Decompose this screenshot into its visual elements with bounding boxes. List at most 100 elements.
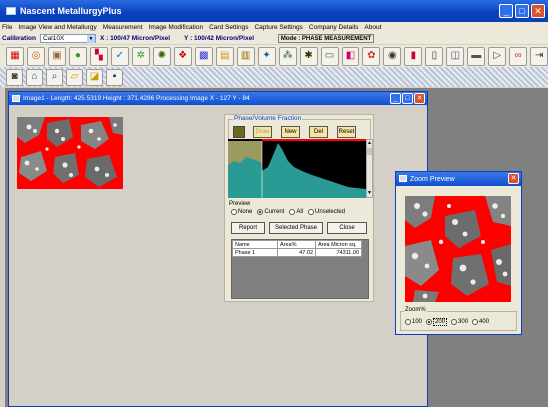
mode-indicator: Mode : PHASE MEASUREMENT xyxy=(278,33,375,43)
radio-dot[interactable] xyxy=(289,209,296,215)
zoom-percent-group: Zoom% 100 200 300 400 xyxy=(400,307,517,331)
calibration-select[interactable]: Cal10X ▼ xyxy=(39,33,96,43)
radio-dot[interactable] xyxy=(308,209,315,215)
house-icon[interactable]: ⌂ xyxy=(26,68,43,86)
grid-icon[interactable]: ▦ xyxy=(6,46,24,66)
maximize-button[interactable]: □ xyxy=(515,4,529,18)
preview-options: None Current All Unselected xyxy=(231,209,345,215)
target-icon[interactable]: ◎ xyxy=(26,46,45,66)
link-icon[interactable]: ∞ xyxy=(509,46,528,66)
chevron-down-icon[interactable]: ▼ xyxy=(86,34,95,43)
microstructure-image[interactable] xyxy=(17,117,123,189)
report-button[interactable]: Report xyxy=(231,222,265,234)
app-icon xyxy=(6,7,16,15)
header-area-percent: Area% xyxy=(277,240,316,249)
portrait-icon[interactable]: ▣ xyxy=(47,46,66,66)
zoom-300-radio[interactable]: 300 xyxy=(451,318,468,326)
preview-label: Preview xyxy=(229,201,251,207)
scroll-up-icon[interactable]: ▲ xyxy=(367,140,372,147)
zoom-100-radio[interactable]: 100 xyxy=(405,318,422,326)
radio-dot[interactable] xyxy=(405,319,411,325)
image-close-button[interactable]: ✕ xyxy=(414,93,425,104)
menu-company-details[interactable]: Company Details xyxy=(309,24,359,31)
minimize-button[interactable]: _ xyxy=(499,4,513,18)
film-icon[interactable]: ▥ xyxy=(236,46,255,66)
preview-none-radio[interactable]: None xyxy=(231,209,252,215)
pattern-icon[interactable]: ▩ xyxy=(194,46,213,66)
spark-icon[interactable]: ✺ xyxy=(152,46,171,66)
new-button[interactable]: New xyxy=(281,126,300,138)
histogram-scrollbar[interactable]: ▲ ▼ xyxy=(366,139,373,198)
preview-current-radio[interactable]: Current xyxy=(257,209,284,215)
dots-icon[interactable]: ⁂ xyxy=(278,46,297,66)
eye-icon[interactable]: ◉ xyxy=(383,46,402,66)
zoom-200-radio[interactable]: 200 xyxy=(426,318,448,326)
menu-measurement[interactable]: Measurement xyxy=(103,24,143,31)
gold-frame-icon[interactable]: ▤ xyxy=(215,46,234,66)
radio-label: Current xyxy=(264,209,285,215)
fish-icon[interactable]: ✦ xyxy=(257,46,276,66)
menu-card-settings[interactable]: Card Settings xyxy=(209,24,248,31)
print-preview-icon[interactable]: ◫ xyxy=(446,46,465,66)
cell-icon[interactable]: ✲ xyxy=(131,46,150,66)
scroll-down-icon[interactable]: ▼ xyxy=(367,190,372,197)
close-phase-button[interactable]: Close xyxy=(327,222,367,234)
phase-color-swatch[interactable] xyxy=(233,126,245,138)
layers-icon[interactable]: ◧ xyxy=(341,46,360,66)
close-button[interactable]: ✕ xyxy=(531,4,545,18)
menu-image-modification[interactable]: Image Modification xyxy=(149,24,204,31)
preview-unselected-radio[interactable]: Unselected xyxy=(308,209,345,215)
y-scale-readout: Y : 100/42 Micron/Pixel xyxy=(184,34,255,42)
cluster-icon[interactable]: ❖ xyxy=(173,46,192,66)
menu-image-view[interactable]: Image View and Metallurgy xyxy=(18,24,96,31)
zoom-title: Zoom Preview xyxy=(410,175,455,183)
sphere-icon[interactable]: ● xyxy=(68,46,87,66)
play-icon[interactable]: ▷ xyxy=(488,46,507,66)
camera-icon[interactable]: ◙ xyxy=(6,68,23,86)
radio-label: 100 xyxy=(412,319,423,325)
color-blocks-icon[interactable]: ▚ xyxy=(89,46,108,66)
radio-dot[interactable] xyxy=(231,209,237,215)
histogram[interactable] xyxy=(228,139,366,198)
radio-label: All xyxy=(296,209,304,215)
table-header-row: Name Area% Area Micron sq. xyxy=(232,240,362,249)
reset-button[interactable]: Reset xyxy=(337,126,356,138)
zoom-titlebar[interactable]: Zoom Preview ✕ xyxy=(396,172,521,186)
folder-new-icon[interactable]: ▱ xyxy=(66,68,83,86)
image-window-titlebar[interactable]: Image1 - Length: 425.5319 Height : 371.4… xyxy=(9,92,427,105)
zoom-preview-window: Zoom Preview ✕ Zoom% 100 200 300 400 xyxy=(395,171,522,335)
preview-all-radio[interactable]: All xyxy=(289,209,303,215)
draw-button[interactable]: Draw xyxy=(253,126,272,138)
calibration-value: Cal10X xyxy=(42,34,65,42)
chart-check-icon[interactable]: ✓ xyxy=(110,46,129,66)
main-toolbar: ▦ ◎ ▣ ● ▚ ✓ ✲ ✺ ❖ ▩ ▤ ▥ ✦ ⁂ ✱ ▭ ◧ ✿ ◉ ▮ … xyxy=(0,45,548,67)
scroll-thumb[interactable] xyxy=(367,148,372,155)
radio-dot[interactable] xyxy=(426,319,433,325)
zoom-image[interactable] xyxy=(405,196,511,302)
zoom-icon[interactable]: ⌕ xyxy=(46,68,63,86)
zoom-400-radio[interactable]: 400 xyxy=(472,318,489,326)
flower-icon[interactable]: ✿ xyxy=(362,46,381,66)
radio-dot[interactable] xyxy=(451,319,458,325)
exit-icon[interactable]: ⇥ xyxy=(530,46,548,66)
del-button[interactable]: Del xyxy=(309,126,328,138)
image-minimize-button[interactable]: _ xyxy=(390,93,401,104)
book-icon[interactable]: ▮ xyxy=(404,46,423,66)
zoom-close-button[interactable]: ✕ xyxy=(508,173,519,184)
radio-dot[interactable] xyxy=(257,209,264,215)
printer-icon[interactable]: ▬ xyxy=(467,46,486,66)
phase-table: Name Area% Area Micron sq. Phase 1 47.02… xyxy=(232,240,362,257)
folder-open-icon[interactable]: ◪ xyxy=(86,68,103,86)
table-row[interactable]: Phase 1 47.02 74311.00 xyxy=(232,248,362,257)
save-icon[interactable]: ▪ xyxy=(106,68,123,86)
radio-dot[interactable] xyxy=(472,319,479,325)
spider-icon[interactable]: ✱ xyxy=(299,46,318,66)
menu-about[interactable]: About xyxy=(364,24,381,31)
menu-file[interactable]: File xyxy=(2,24,12,31)
selected-phase-button[interactable]: Selected Phase xyxy=(269,222,323,234)
menu-capture-settings[interactable]: Capture Settings xyxy=(254,24,302,31)
image-maximize-button[interactable]: □ xyxy=(402,93,413,104)
report-icon[interactable]: ▯ xyxy=(425,46,444,66)
window-controls: _ □ ✕ xyxy=(499,4,545,18)
measure-icon[interactable]: ▭ xyxy=(320,46,339,66)
